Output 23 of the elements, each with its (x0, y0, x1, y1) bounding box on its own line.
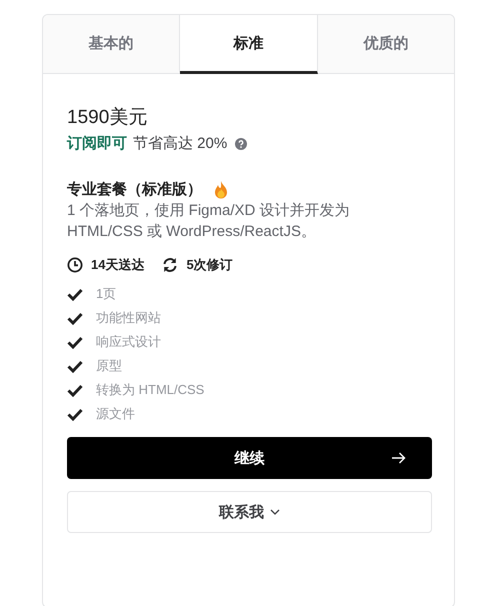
arrow-icon (392, 452, 406, 464)
plan-tab[interactable]: 优质的 (318, 15, 454, 74)
meta-label: 5次修订 (186, 256, 233, 274)
feature-text: 响应式设计 (96, 333, 161, 351)
caret-icon (270, 509, 280, 515)
subscribe-link[interactable]: 订阅即可 (67, 133, 127, 155)
plan-description: 1 个落地页，使用 Figma/XD 设计并开发为 HTML/CSS 或 WordPress/ReactJS。 (67, 201, 351, 242)
feature-text: 转换为 HTML/CSS (96, 381, 204, 399)
feature-text: 源文件 (96, 405, 135, 423)
feature-text: 原型 (96, 357, 122, 375)
help-icon (235, 138, 248, 150)
clock-icon (67, 257, 83, 273)
fire-icon (214, 180, 228, 198)
refresh-icon (162, 257, 178, 273)
meta-label: 14天送达 (91, 256, 144, 274)
plan-tab[interactable]: 标准 (180, 15, 318, 74)
feature-text: 功能性网站 (96, 309, 161, 327)
plan-name: 专业套餐（标准版） (67, 180, 202, 200)
continue-button[interactable]: 继续 (67, 437, 432, 479)
savings-text: 节省高达 20% (133, 134, 228, 154)
price: 1590美元 (67, 106, 148, 130)
feature-text: 1页 (96, 285, 116, 303)
contact-button[interactable]: 联系我 (67, 491, 432, 533)
